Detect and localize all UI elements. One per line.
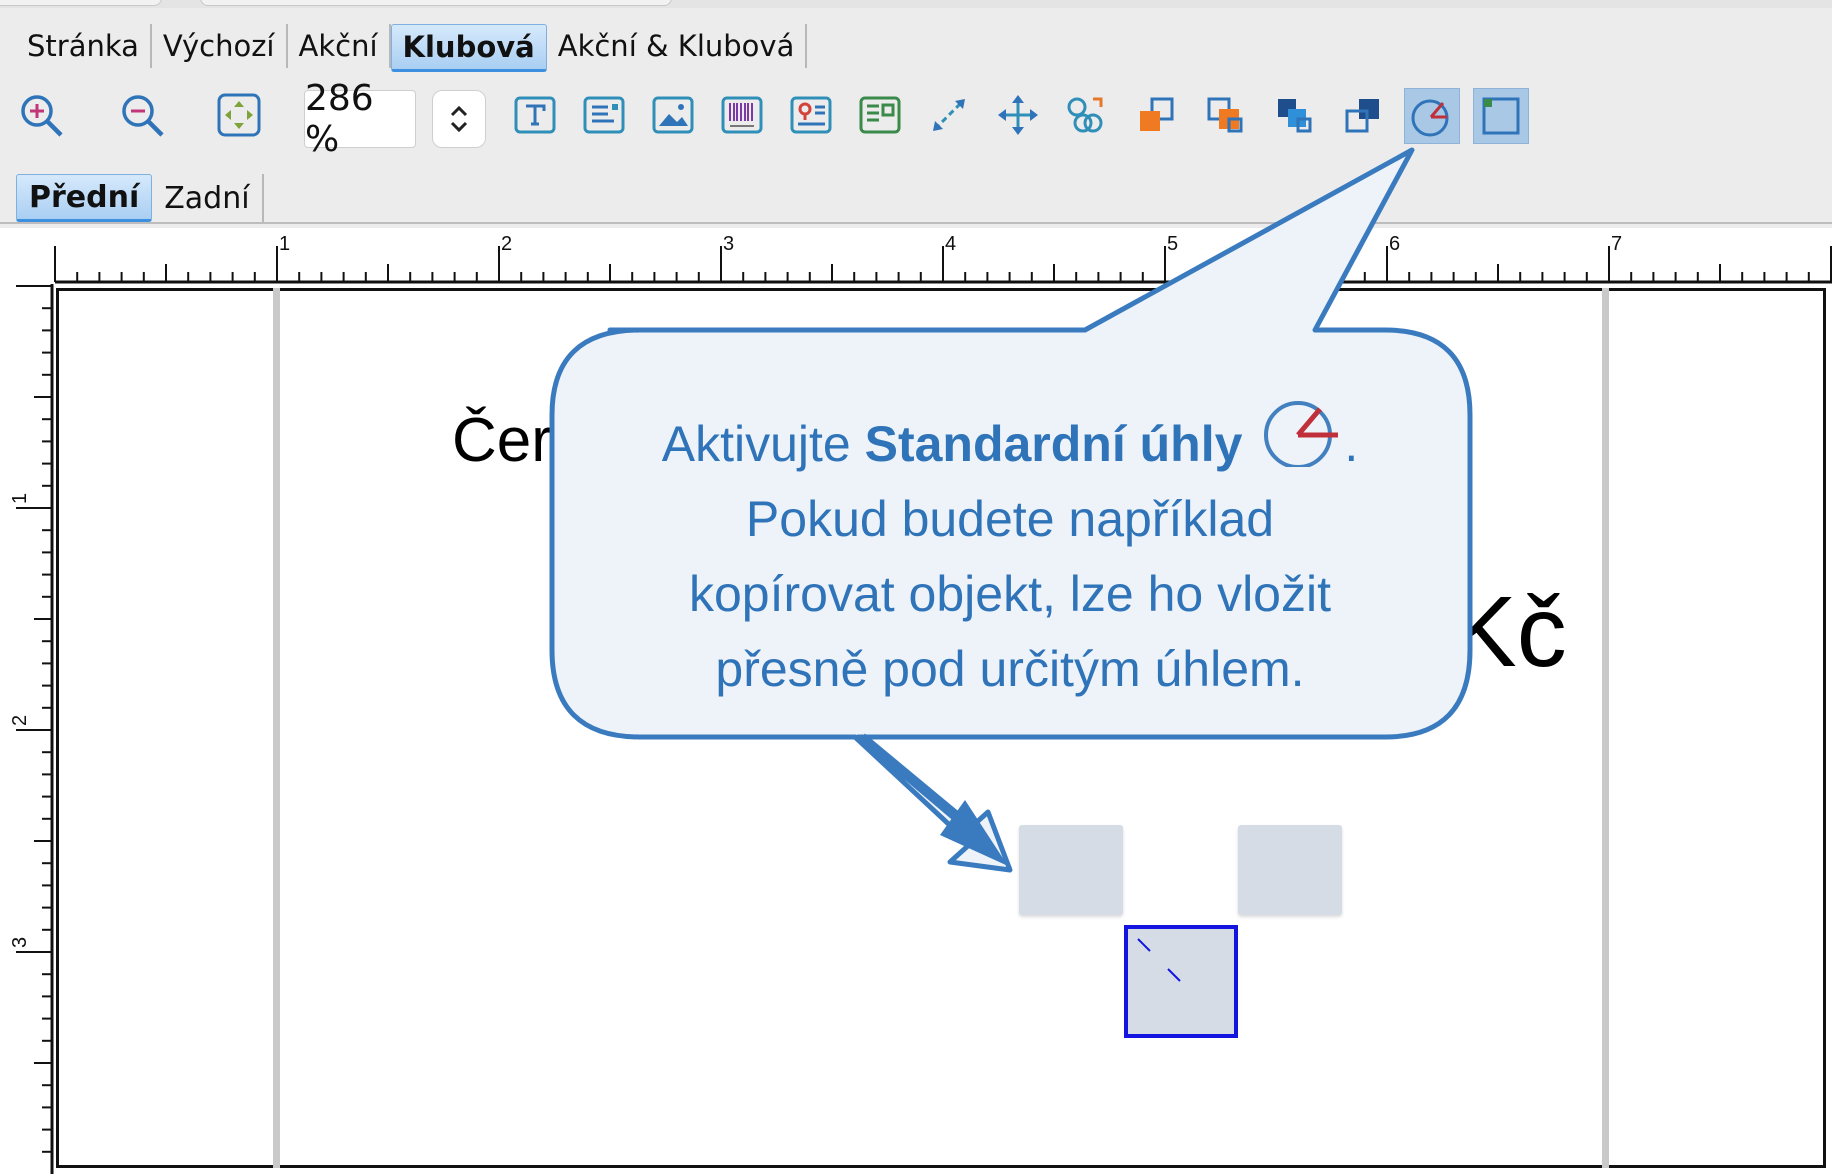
- callout-suffix: .: [1344, 416, 1359, 472]
- callout-line-3: kopírovat objekt, lze ho vložit: [689, 566, 1331, 622]
- callout-line-2: Pokud budete například: [745, 491, 1275, 547]
- callout-line-1: Aktivujte Standardní úhly .: [560, 395, 1460, 482]
- callout-bold-term: Standardní úhly: [864, 416, 1243, 472]
- standard-angles-icon: [1264, 401, 1339, 469]
- callout-line-4: přesně pod určitým úhlem.: [715, 641, 1305, 697]
- callout-prefix: Aktivujte: [661, 416, 865, 472]
- callout-text: Aktivujte Standardní úhly . Pokud budete…: [560, 395, 1460, 707]
